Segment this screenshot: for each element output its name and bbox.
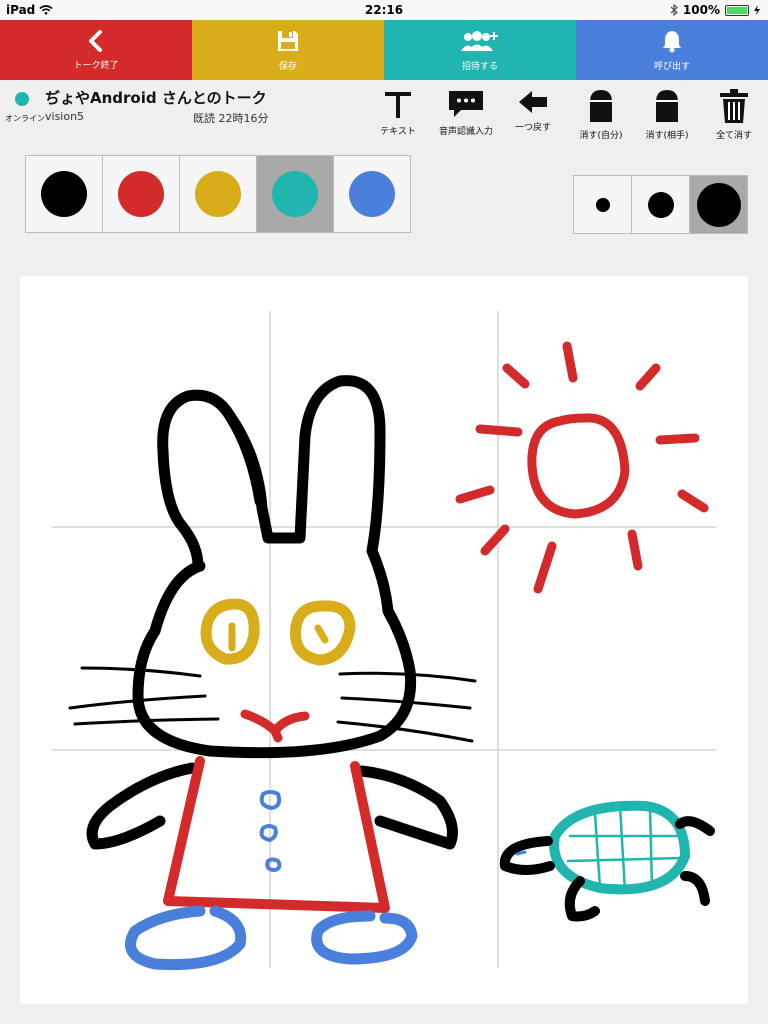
pen-size-medium[interactable] (631, 175, 690, 234)
rabbit-mouth (240, 709, 310, 743)
color-dot (41, 171, 87, 217)
eraser-other-icon (656, 90, 678, 122)
color-palette (25, 155, 411, 233)
erase-other-label: 消す(相手) (645, 131, 689, 141)
save-label: 保存 (278, 61, 297, 72)
trash-icon (720, 89, 748, 123)
rabbit-right-eye-inner (314, 624, 329, 644)
battery-percent: 100% (682, 3, 720, 17)
undo-arrow-icon (519, 91, 547, 113)
read-receipt: 既読 22時16分 (193, 112, 269, 125)
status-bar: iPad 22:16 100% (0, 0, 768, 20)
chevron-left-icon (89, 29, 102, 52)
drawing-canvas[interactable] (20, 276, 748, 1004)
speech-bubble-icon (449, 91, 483, 117)
size-dot (647, 191, 674, 218)
rabbit-right-foot (311, 910, 418, 965)
bluetooth-icon (670, 4, 678, 16)
rabbit-left-arm (86, 762, 198, 850)
color-swatch-black[interactable] (25, 155, 103, 233)
turtle-head (499, 836, 555, 875)
call-label: 呼び出す (653, 61, 690, 72)
rabbit-left-foot (125, 905, 247, 971)
text-tool-button[interactable]: テキスト (366, 88, 430, 137)
sun-circle (527, 413, 630, 519)
size-dot (696, 182, 741, 227)
color-dot (118, 171, 164, 217)
size-dot (595, 197, 610, 212)
bell-icon (663, 30, 681, 52)
voice-input-button[interactable]: 音声認識入力 (434, 88, 498, 137)
top-toolbar: トーク終了 保存 招待する 呼び出す (0, 20, 768, 80)
battery-icon (725, 4, 749, 16)
call-button[interactable]: 呼び出す (576, 20, 768, 80)
end-talk-label: トーク終了 (73, 60, 119, 71)
turtle-back-leg (680, 871, 710, 906)
color-swatch-teal[interactable] (256, 155, 334, 233)
chat-title: ぢょやAndroid さんとのトーク (45, 89, 267, 107)
online-status-label: オンライン (5, 114, 45, 123)
pen-size-selector (573, 175, 748, 234)
erase-self-label: 消す(自分) (579, 131, 623, 141)
end-talk-button[interactable]: トーク終了 (0, 20, 192, 80)
turtle-eye (515, 850, 527, 856)
drawing-layer (52, 311, 716, 971)
invite-button[interactable]: 招待する (384, 20, 576, 80)
save-button[interactable]: 保存 (192, 20, 384, 80)
floppy-disk-icon (278, 30, 298, 51)
invite-label: 招待する (461, 61, 498, 72)
undo-button[interactable]: 一つ戻す (501, 88, 565, 133)
clear-all-button[interactable]: 全て消す (702, 88, 766, 141)
eraser-self-icon (590, 90, 612, 122)
pen-size-large[interactable] (689, 175, 748, 234)
color-dot (349, 171, 395, 217)
undo-label: 一つ戻す (514, 123, 551, 133)
user-id-label: vision5 (45, 110, 85, 123)
erase-other-button[interactable]: 消す(相手) (635, 88, 699, 141)
add-group-icon (461, 30, 498, 51)
color-swatch-blue[interactable] (333, 155, 411, 233)
color-swatch-yellow[interactable] (179, 155, 257, 233)
erase-self-button[interactable]: 消す(自分) (569, 88, 633, 141)
text-icon (385, 92, 411, 118)
status-time: 22:16 (364, 3, 404, 17)
voice-input-label: 音声認識入力 (438, 127, 493, 137)
charging-icon (754, 5, 760, 15)
color-dot (195, 171, 241, 217)
sun-rays (455, 341, 709, 594)
rabbit-right-arm (356, 765, 458, 850)
clear-all-label: 全て消す (715, 131, 752, 141)
color-swatch-red[interactable] (102, 155, 180, 233)
color-dot (272, 171, 318, 217)
text-tool-label: テキスト (380, 127, 416, 137)
rabbit-ear-inner-stroke (224, 410, 266, 507)
pen-size-small[interactable] (573, 175, 632, 234)
online-indicator (15, 92, 29, 106)
